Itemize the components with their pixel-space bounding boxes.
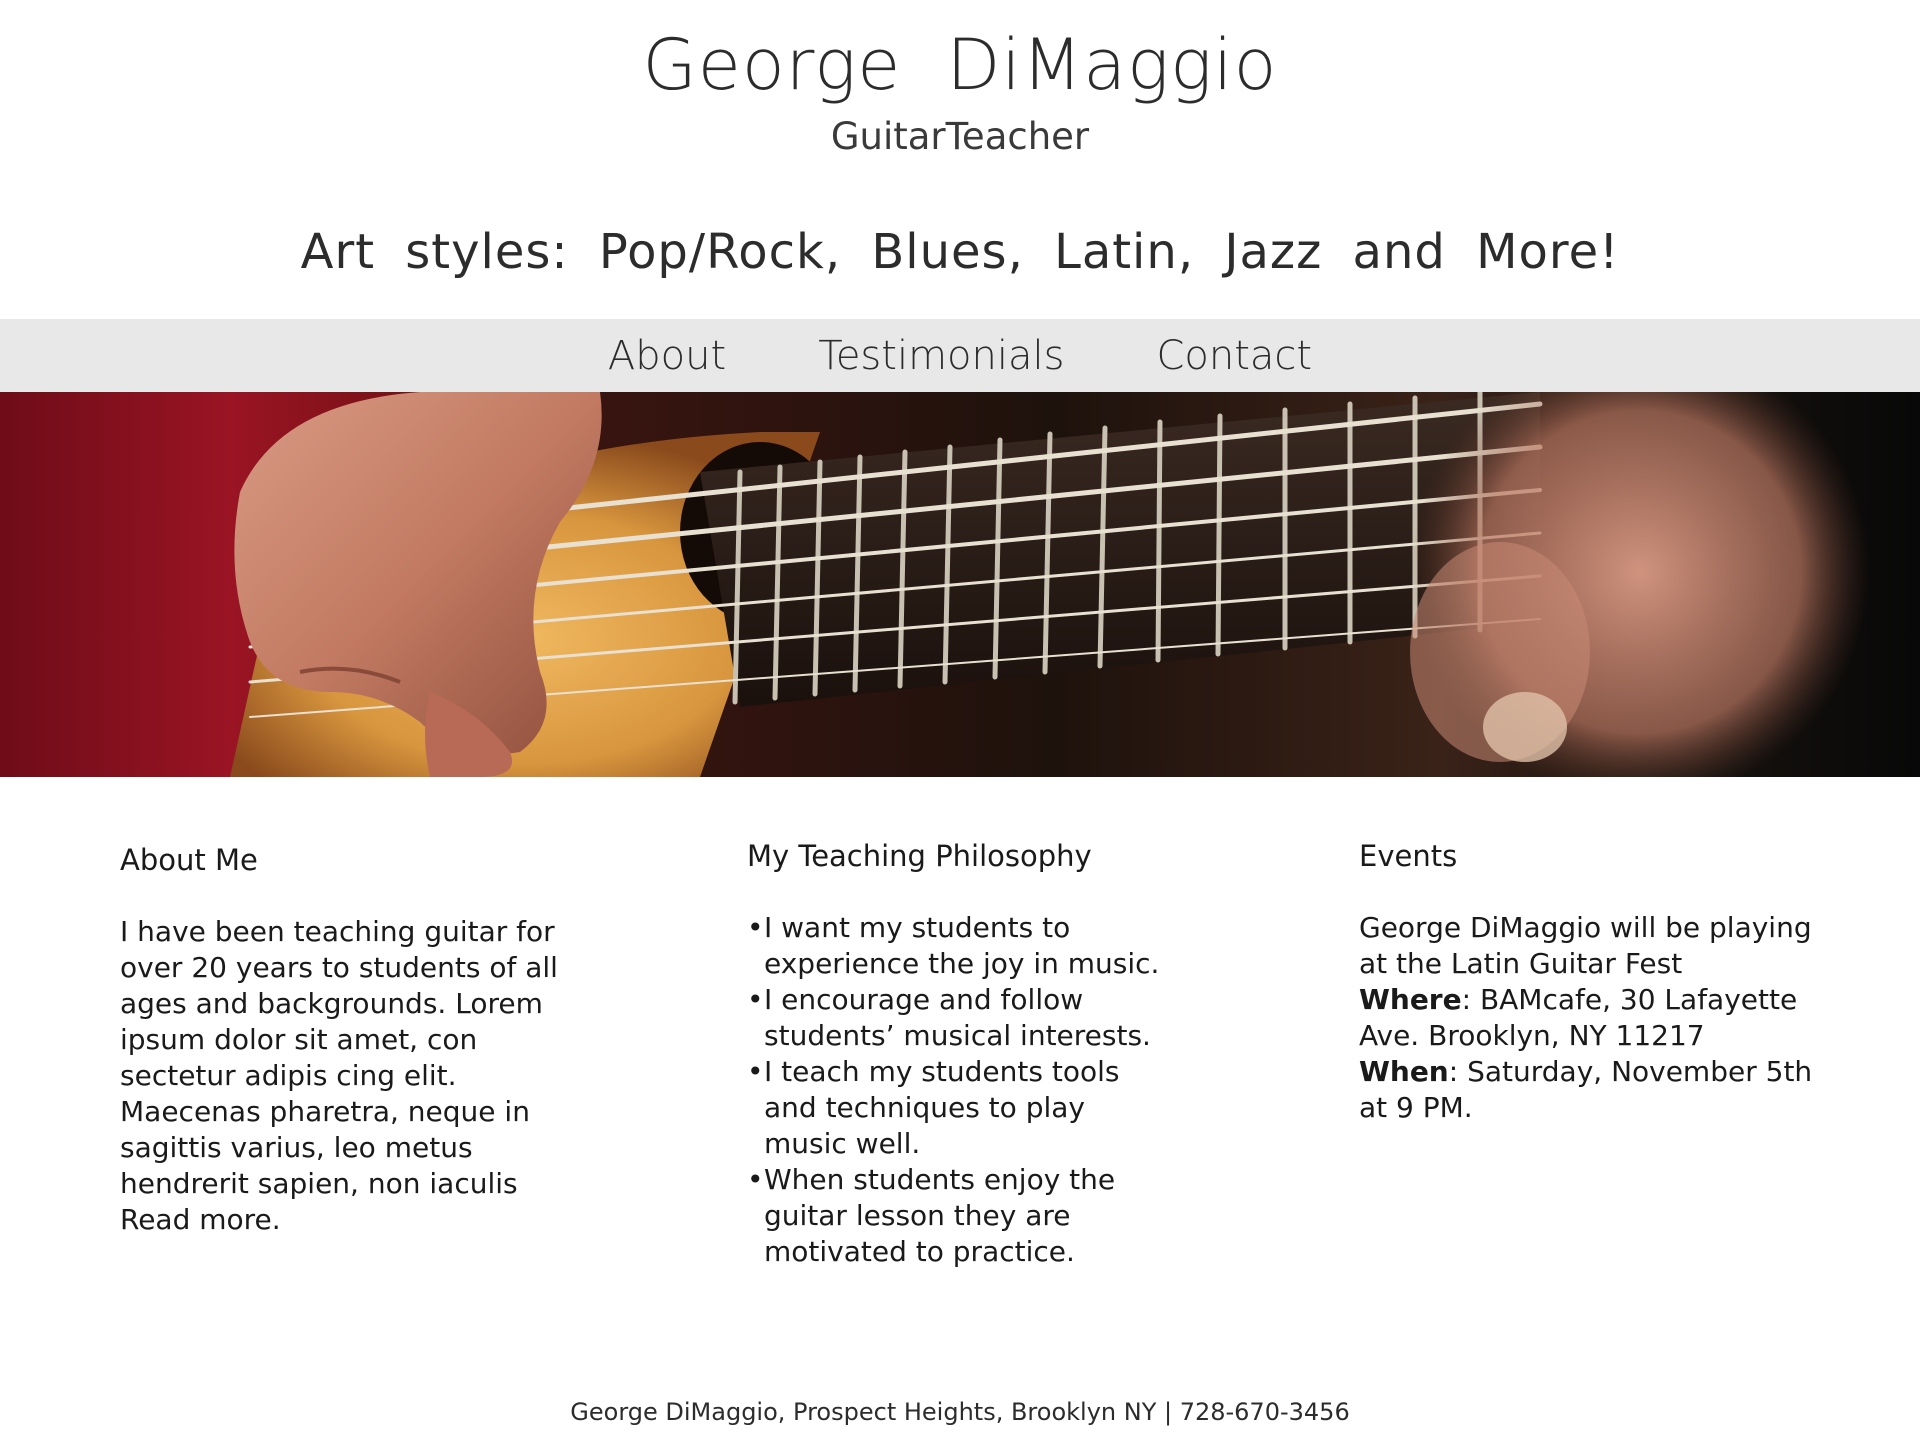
philosophy-item-text: I encourage and follow students’ musical… [764, 983, 1151, 1052]
bullet-dot: • [747, 1163, 764, 1196]
event-when-label: When [1359, 1055, 1449, 1088]
philosophy-item-text: I teach my students tools and techniques… [764, 1055, 1120, 1160]
nav-list: About Testimonials Contact [0, 319, 1920, 392]
nav-link-testimonials[interactable]: Testimonials [818, 333, 1064, 379]
nav-link-contact[interactable]: Contact [1156, 333, 1312, 379]
site-title: George DiMaggio [642, 24, 1278, 106]
philosophy-item-text: When students enjoy the guitar lesson th… [764, 1163, 1116, 1268]
philosophy-section: My Teaching Philosophy • I want my studen… [747, 836, 1167, 1270]
philosophy-item: • I want my students to experience the jo… [747, 910, 1167, 982]
nav-item-about: About [608, 331, 726, 381]
site-footer: George DiMaggio, Prospect Heights, Brook… [570, 1398, 1350, 1426]
nav-item-testimonials: Testimonials [818, 331, 1064, 381]
events-heading: Events [1359, 839, 1458, 873]
about-body: I have been teaching guitar for over 20 … [120, 915, 558, 1236]
philosophy-item: • When students enjoy the guitar lesson t… [747, 1162, 1167, 1270]
event-when: When: Saturday, November 5th at 9 PM. [1359, 1054, 1819, 1126]
event-intro: George DiMaggio will be playing at the L… [1359, 911, 1812, 980]
about-section: About Me I have been teaching guitar for… [120, 840, 590, 1238]
bullet-dot: • [747, 983, 764, 1016]
hero-image [0, 392, 1920, 777]
nav-item-contact: Contact [1156, 331, 1312, 381]
event-where-label: Where [1359, 983, 1462, 1016]
philosophy-list: • I want my students to experience the jo… [747, 910, 1167, 1270]
philosophy-item: • I teach my students tools and technique… [747, 1054, 1167, 1162]
bullet-dot: • [747, 1055, 764, 1088]
nav-link-about[interactable]: About [608, 333, 726, 379]
event-where: Where: BAMcafe, 30 Lafayette Ave. Brookl… [1359, 982, 1819, 1054]
philosophy-heading: My Teaching Philosophy [747, 839, 1092, 873]
tagline: Art styles: Pop/Rock, Blues, Latin, Jazz… [300, 224, 1620, 280]
main-nav: About Testimonials Contact [0, 319, 1920, 392]
about-heading: About Me [120, 843, 258, 877]
philosophy-item-text: I want my students to experience the joy… [764, 911, 1160, 980]
events-section: Events George DiMaggio will be playing a… [1359, 836, 1819, 1126]
bullet-dot: • [747, 911, 764, 944]
site-subtitle: GuitarTeacher [830, 115, 1090, 158]
philosophy-item: • I encourage and follow students’ musica… [747, 982, 1167, 1054]
